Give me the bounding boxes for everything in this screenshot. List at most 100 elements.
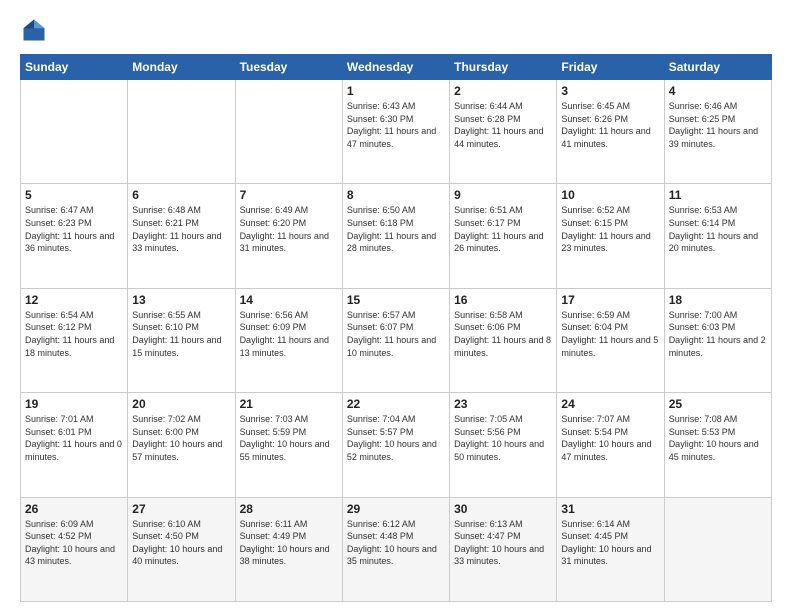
day-info: Sunrise: 6:52 AMSunset: 6:15 PMDaylight:… xyxy=(561,204,659,254)
day-number: 14 xyxy=(240,293,338,307)
calendar-cell xyxy=(664,497,771,601)
calendar-cell: 28 Sunrise: 6:11 AMSunset: 4:49 PMDayligh… xyxy=(235,497,342,601)
day-number: 24 xyxy=(561,397,659,411)
calendar-cell xyxy=(128,80,235,184)
day-number: 30 xyxy=(454,502,552,516)
calendar-cell: 22Sunrise: 7:04 AMSunset: 5:57 PMDayligh… xyxy=(342,393,449,497)
day-number: 28 xyxy=(240,502,338,516)
day-number: 23 xyxy=(454,397,552,411)
header xyxy=(20,16,772,44)
day-number: 2 xyxy=(454,84,552,98)
day-info: Sunrise: 6:45 AMSunset: 6:26 PMDaylight:… xyxy=(561,100,659,150)
calendar-cell: 9Sunrise: 6:51 AMSunset: 6:17 PMDaylight… xyxy=(450,184,557,288)
calendar-cell: 26 Sunrise: 6:09 AMSunset: 4:52 PMDayligh… xyxy=(21,497,128,601)
day-number: 13 xyxy=(132,293,230,307)
calendar-cell: 16Sunrise: 6:58 AMSunset: 6:06 PMDayligh… xyxy=(450,288,557,392)
day-info: Sunrise: 6:12 AMSunset: 4:48 PMDaylight:… xyxy=(347,518,445,568)
logo-area xyxy=(20,16,52,44)
day-info: Sunrise: 6:55 AMSunset: 6:10 PMDaylight:… xyxy=(132,309,230,359)
calendar-cell: 17 Sunrise: 6:59 AMSunset: 6:04 PMDayligh… xyxy=(557,288,664,392)
day-number: 25 xyxy=(669,397,767,411)
day-info: Sunrise: 7:02 AMSunset: 6:00 PMDaylight:… xyxy=(132,413,230,463)
calendar-cell: 24 Sunrise: 7:07 AMSunset: 5:54 PMDayligh… xyxy=(557,393,664,497)
calendar-cell: 15Sunrise: 6:57 AMSunset: 6:07 PMDayligh… xyxy=(342,288,449,392)
day-info: Sunrise: 7:05 AMSunset: 5:56 PMDaylight:… xyxy=(454,413,552,463)
weekday-header-thursday: Thursday xyxy=(450,55,557,80)
day-number: 6 xyxy=(132,188,230,202)
day-info: Sunrise: 6:14 AMSunset: 4:45 PMDaylight:… xyxy=(561,518,659,568)
calendar-cell: 7 Sunrise: 6:49 AMSunset: 6:20 PMDaylight… xyxy=(235,184,342,288)
calendar-cell xyxy=(21,80,128,184)
day-info: Sunrise: 6:09 AMSunset: 4:52 PMDaylight:… xyxy=(25,518,123,568)
calendar-cell: 12 Sunrise: 6:54 AMSunset: 6:12 PMDayligh… xyxy=(21,288,128,392)
day-info: Sunrise: 6:51 AMSunset: 6:17 PMDaylight:… xyxy=(454,204,552,254)
day-info: Sunrise: 7:04 AMSunset: 5:57 PMDaylight:… xyxy=(347,413,445,463)
day-info: Sunrise: 6:13 AMSunset: 4:47 PMDaylight:… xyxy=(454,518,552,568)
day-info: Sunrise: 6:46 AMSunset: 6:25 PMDaylight:… xyxy=(669,100,767,150)
day-number: 10 xyxy=(561,188,659,202)
calendar-cell: 18 Sunrise: 7:00 AMSunset: 6:03 PMDayligh… xyxy=(664,288,771,392)
calendar-cell: 3 Sunrise: 6:45 AMSunset: 6:26 PMDaylight… xyxy=(557,80,664,184)
day-number: 3 xyxy=(561,84,659,98)
day-number: 26 xyxy=(25,502,123,516)
day-number: 12 xyxy=(25,293,123,307)
day-number: 19 xyxy=(25,397,123,411)
page: SundayMondayTuesdayWednesdayThursdayFrid… xyxy=(0,0,792,612)
day-number: 18 xyxy=(669,293,767,307)
calendar-cell: 13 Sunrise: 6:55 AMSunset: 6:10 PMDayligh… xyxy=(128,288,235,392)
logo-icon xyxy=(20,16,48,44)
weekday-header-monday: Monday xyxy=(128,55,235,80)
day-number: 7 xyxy=(240,188,338,202)
day-info: Sunrise: 6:56 AMSunset: 6:09 PMDaylight:… xyxy=(240,309,338,359)
day-info: Sunrise: 7:03 AMSunset: 5:59 PMDaylight:… xyxy=(240,413,338,463)
calendar-cell: 23 Sunrise: 7:05 AMSunset: 5:56 PMDayligh… xyxy=(450,393,557,497)
day-info: Sunrise: 6:59 AMSunset: 6:04 PMDaylight:… xyxy=(561,309,659,359)
day-number: 8 xyxy=(347,188,445,202)
day-number: 11 xyxy=(669,188,767,202)
day-info: Sunrise: 6:10 AMSunset: 4:50 PMDaylight:… xyxy=(132,518,230,568)
day-info: Sunrise: 7:08 AMSunset: 5:53 PMDaylight:… xyxy=(669,413,767,463)
day-info: Sunrise: 6:49 AMSunset: 6:20 PMDaylight:… xyxy=(240,204,338,254)
day-number: 29 xyxy=(347,502,445,516)
day-number: 4 xyxy=(669,84,767,98)
day-number: 1 xyxy=(347,84,445,98)
day-number: 17 xyxy=(561,293,659,307)
calendar: SundayMondayTuesdayWednesdayThursdayFrid… xyxy=(20,54,772,602)
day-info: Sunrise: 6:47 AMSunset: 6:23 PMDaylight:… xyxy=(25,204,123,254)
day-info: Sunrise: 7:07 AMSunset: 5:54 PMDaylight:… xyxy=(561,413,659,463)
week-row-4: 19Sunrise: 7:01 AMSunset: 6:01 PMDayligh… xyxy=(21,393,772,497)
week-row-2: 5 Sunrise: 6:47 AMSunset: 6:23 PMDaylight… xyxy=(21,184,772,288)
day-number: 15 xyxy=(347,293,445,307)
weekday-header-sunday: Sunday xyxy=(21,55,128,80)
day-number: 16 xyxy=(454,293,552,307)
week-row-1: 1 Sunrise: 6:43 AMSunset: 6:30 PMDaylight… xyxy=(21,80,772,184)
day-info: Sunrise: 7:00 AMSunset: 6:03 PMDaylight:… xyxy=(669,309,767,359)
weekday-header-row: SundayMondayTuesdayWednesdayThursdayFrid… xyxy=(21,55,772,80)
calendar-cell: 20 Sunrise: 7:02 AMSunset: 6:00 PMDayligh… xyxy=(128,393,235,497)
day-number: 31 xyxy=(561,502,659,516)
calendar-cell: 8 Sunrise: 6:50 AMSunset: 6:18 PMDaylight… xyxy=(342,184,449,288)
calendar-cell: 2Sunrise: 6:44 AMSunset: 6:28 PMDaylight… xyxy=(450,80,557,184)
calendar-cell: 21 Sunrise: 7:03 AMSunset: 5:59 PMDayligh… xyxy=(235,393,342,497)
weekday-header-friday: Friday xyxy=(557,55,664,80)
week-row-3: 12 Sunrise: 6:54 AMSunset: 6:12 PMDayligh… xyxy=(21,288,772,392)
day-info: Sunrise: 6:48 AMSunset: 6:21 PMDaylight:… xyxy=(132,204,230,254)
day-number: 20 xyxy=(132,397,230,411)
day-info: Sunrise: 6:54 AMSunset: 6:12 PMDaylight:… xyxy=(25,309,123,359)
day-info: Sunrise: 6:43 AMSunset: 6:30 PMDaylight:… xyxy=(347,100,445,150)
calendar-cell: 19Sunrise: 7:01 AMSunset: 6:01 PMDayligh… xyxy=(21,393,128,497)
day-number: 21 xyxy=(240,397,338,411)
calendar-cell: 29 Sunrise: 6:12 AMSunset: 4:48 PMDayligh… xyxy=(342,497,449,601)
calendar-cell: 5 Sunrise: 6:47 AMSunset: 6:23 PMDaylight… xyxy=(21,184,128,288)
weekday-header-saturday: Saturday xyxy=(664,55,771,80)
calendar-cell: 27 Sunrise: 6:10 AMSunset: 4:50 PMDayligh… xyxy=(128,497,235,601)
calendar-cell: 10 Sunrise: 6:52 AMSunset: 6:15 PMDayligh… xyxy=(557,184,664,288)
calendar-cell: 31 Sunrise: 6:14 AMSunset: 4:45 PMDayligh… xyxy=(557,497,664,601)
calendar-cell: 4 Sunrise: 6:46 AMSunset: 6:25 PMDaylight… xyxy=(664,80,771,184)
day-info: Sunrise: 6:50 AMSunset: 6:18 PMDaylight:… xyxy=(347,204,445,254)
calendar-cell: 1 Sunrise: 6:43 AMSunset: 6:30 PMDaylight… xyxy=(342,80,449,184)
day-info: Sunrise: 6:11 AMSunset: 4:49 PMDaylight:… xyxy=(240,518,338,568)
day-number: 27 xyxy=(132,502,230,516)
calendar-cell: 30 Sunrise: 6:13 AMSunset: 4:47 PMDayligh… xyxy=(450,497,557,601)
day-number: 5 xyxy=(25,188,123,202)
